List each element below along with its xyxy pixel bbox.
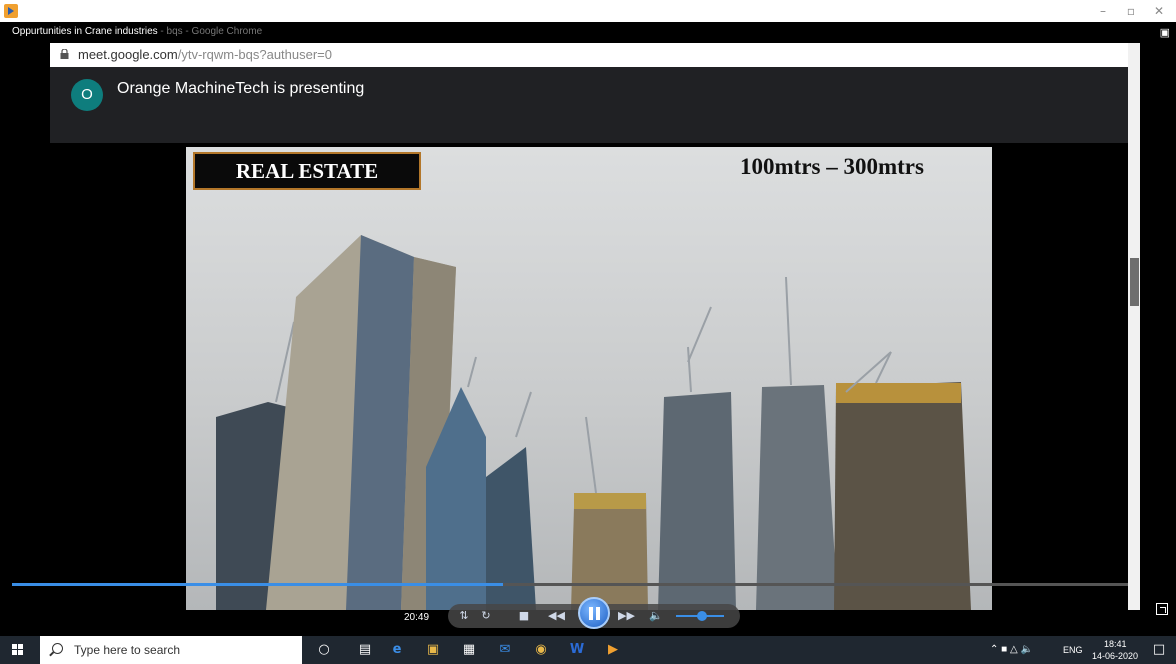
close-button[interactable]: ✕ — [1146, 2, 1172, 20]
browser-window-title: Oppurtunities in Crane industries - bqs … — [12, 26, 262, 37]
start-windows-icon[interactable] — [12, 644, 24, 656]
stop-icon[interactable]: ■ — [516, 609, 532, 622]
url-host: meet.google.com — [78, 47, 178, 62]
presenting-banner: O Orange MachineTech is presenting — [50, 67, 1128, 143]
media-player-app-icon — [4, 4, 18, 18]
minimize-button[interactable]: – — [1090, 2, 1116, 20]
fullscreen-icon[interactable] — [1156, 603, 1168, 615]
volume-icon[interactable]: 🔈 — [648, 609, 664, 622]
presenter-avatar: O — [71, 79, 103, 111]
url-text[interactable]: meet.google.com/ytv-rqwm-bqs?authuser=0 — [78, 47, 332, 62]
presentation-slide — [186, 147, 992, 610]
lock-icon — [60, 49, 69, 59]
window-title-rest: - bqs - Google Chrome — [157, 26, 263, 37]
task-view-icon[interactable]: ▤ — [356, 641, 374, 659]
url-path: /ytv-rqwm-bqs?authuser=0 — [177, 47, 332, 62]
clock-time[interactable]: 18:41 — [1104, 639, 1127, 649]
clock-date[interactable]: 14-06-2020 — [1092, 651, 1138, 661]
chrome-icon[interactable]: ◉ — [532, 641, 550, 659]
search-placeholder: Type here to search — [74, 643, 181, 657]
fast-forward-icon[interactable]: ▶▶ — [618, 609, 635, 622]
browser-titlebar: Oppurtunities in Crane industries - bqs … — [0, 22, 1176, 42]
seek-bar-progress — [12, 583, 504, 586]
player-window-titlebar: – ▫ ✕ — [0, 0, 1176, 22]
screen: – ▫ ✕ Oppurtunities in Crane industries … — [0, 0, 1176, 664]
language-indicator[interactable]: ENG — [1063, 645, 1083, 655]
grid-icon[interactable]: ▣ — [1160, 26, 1170, 39]
scrollbar-thumb[interactable] — [1130, 258, 1139, 306]
pause-button[interactable] — [578, 597, 610, 629]
rewind-icon[interactable]: ◀◀ — [548, 609, 565, 622]
word-icon[interactable]: W — [568, 641, 586, 659]
edge-browser-icon[interactable]: e — [388, 641, 406, 659]
search-icon — [52, 643, 63, 654]
file-explorer-icon[interactable]: ▣ — [424, 641, 442, 659]
repeat-icon[interactable]: ↻ — [478, 609, 494, 622]
presenting-label: Orange MachineTech is presenting — [117, 80, 365, 97]
taskbar-search-box[interactable]: Type here to search — [40, 636, 302, 664]
maximize-button[interactable]: ▫ — [1118, 2, 1144, 20]
media-player-taskbar-icon[interactable]: ▶ — [604, 641, 622, 659]
notification-icon[interactable]: □ — [1150, 641, 1168, 659]
window-title-main: Oppurtunities in Crane industries — [12, 26, 158, 37]
store-icon[interactable]: ▦ — [460, 641, 478, 659]
slide-heading: REAL ESTATE — [193, 152, 421, 190]
address-bar[interactable]: meet.google.com/ytv-rqwm-bqs?authuser=0 — [50, 43, 1140, 67]
seek-bar[interactable] — [12, 583, 1128, 586]
shuffle-icon[interactable]: ⇅ — [456, 609, 472, 622]
cortana-icon[interactable]: ○ — [315, 641, 333, 659]
mail-icon[interactable]: ✉ — [496, 641, 514, 659]
slide-height-range: 100mtrs – 300mtrs — [740, 154, 924, 179]
system-tray-icons[interactable]: ⌃ ■ △ 🔈 — [990, 644, 1033, 655]
skyline-photo — [216, 235, 971, 610]
playback-time: 20:49 — [404, 612, 430, 623]
page-scrollbar[interactable] — [1128, 43, 1140, 610]
taskbar: Type here to search ○ ▤ e ▣ ▦ ✉ ◉ W ▶ ⌃ … — [0, 636, 1176, 664]
